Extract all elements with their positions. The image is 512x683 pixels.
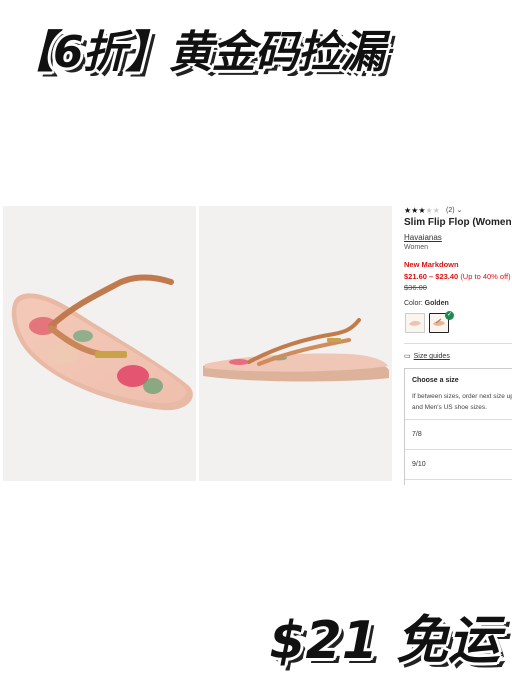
size-help-text: If between sizes, order next size up. EU… [412,393,512,411]
star-empty-icon: ★★ [425,206,440,215]
size-option[interactable]: 7/8 [412,431,422,438]
rating-stars[interactable]: ★★★★★ [404,206,440,215]
brand-link[interactable]: Havaianas [404,233,442,242]
divider [404,343,512,344]
gender-label: Women [404,244,428,251]
divider [405,479,512,480]
banner-title: 【6折】黄金码捡漏 [10,27,385,78]
size-option[interactable]: 9/10 [412,461,426,468]
product-title: Slim Flip Flop (Women) [404,217,512,228]
color-swatch-1[interactable] [405,313,425,333]
check-icon: ✓ [445,311,454,320]
divider [405,449,512,450]
choose-size-heading: Choose a size [412,377,459,384]
product-info-panel: ★★★★★ (2) ⌄ Slim Flip Flop (Women) Havai… [404,200,512,485]
product-page-screenshot: ★★★★★ (2) ⌄ Slim Flip Flop (Women) Havai… [0,200,512,485]
size-selector: Choose a size If between sizes, order ne… [404,368,512,485]
banner-price-tag: $21 免运 [269,611,500,671]
star-icon: ★★★ [404,206,426,215]
flip-flop-top-illustration [11,274,193,411]
divider [405,419,512,420]
size-guides-link[interactable]: ▭ Size guides [404,352,450,360]
original-price: $36.00 [404,283,427,292]
discount-text: (Up to 40% off) [460,272,511,281]
markdown-badge: New Markdown [404,260,459,269]
color-label: Color: Golden [404,300,449,307]
flip-flop-side-illustration [203,318,389,382]
ruler-icon: ▭ [404,353,411,360]
sale-price: $21.60 – $23.40 (Up to 40% off) [404,272,511,281]
rating-count[interactable]: (2) ⌄ [446,206,462,214]
product-photo-top-view[interactable] [3,206,196,481]
chevron-down-icon: ⌄ [456,207,463,214]
product-photo-side-view[interactable] [199,206,392,481]
